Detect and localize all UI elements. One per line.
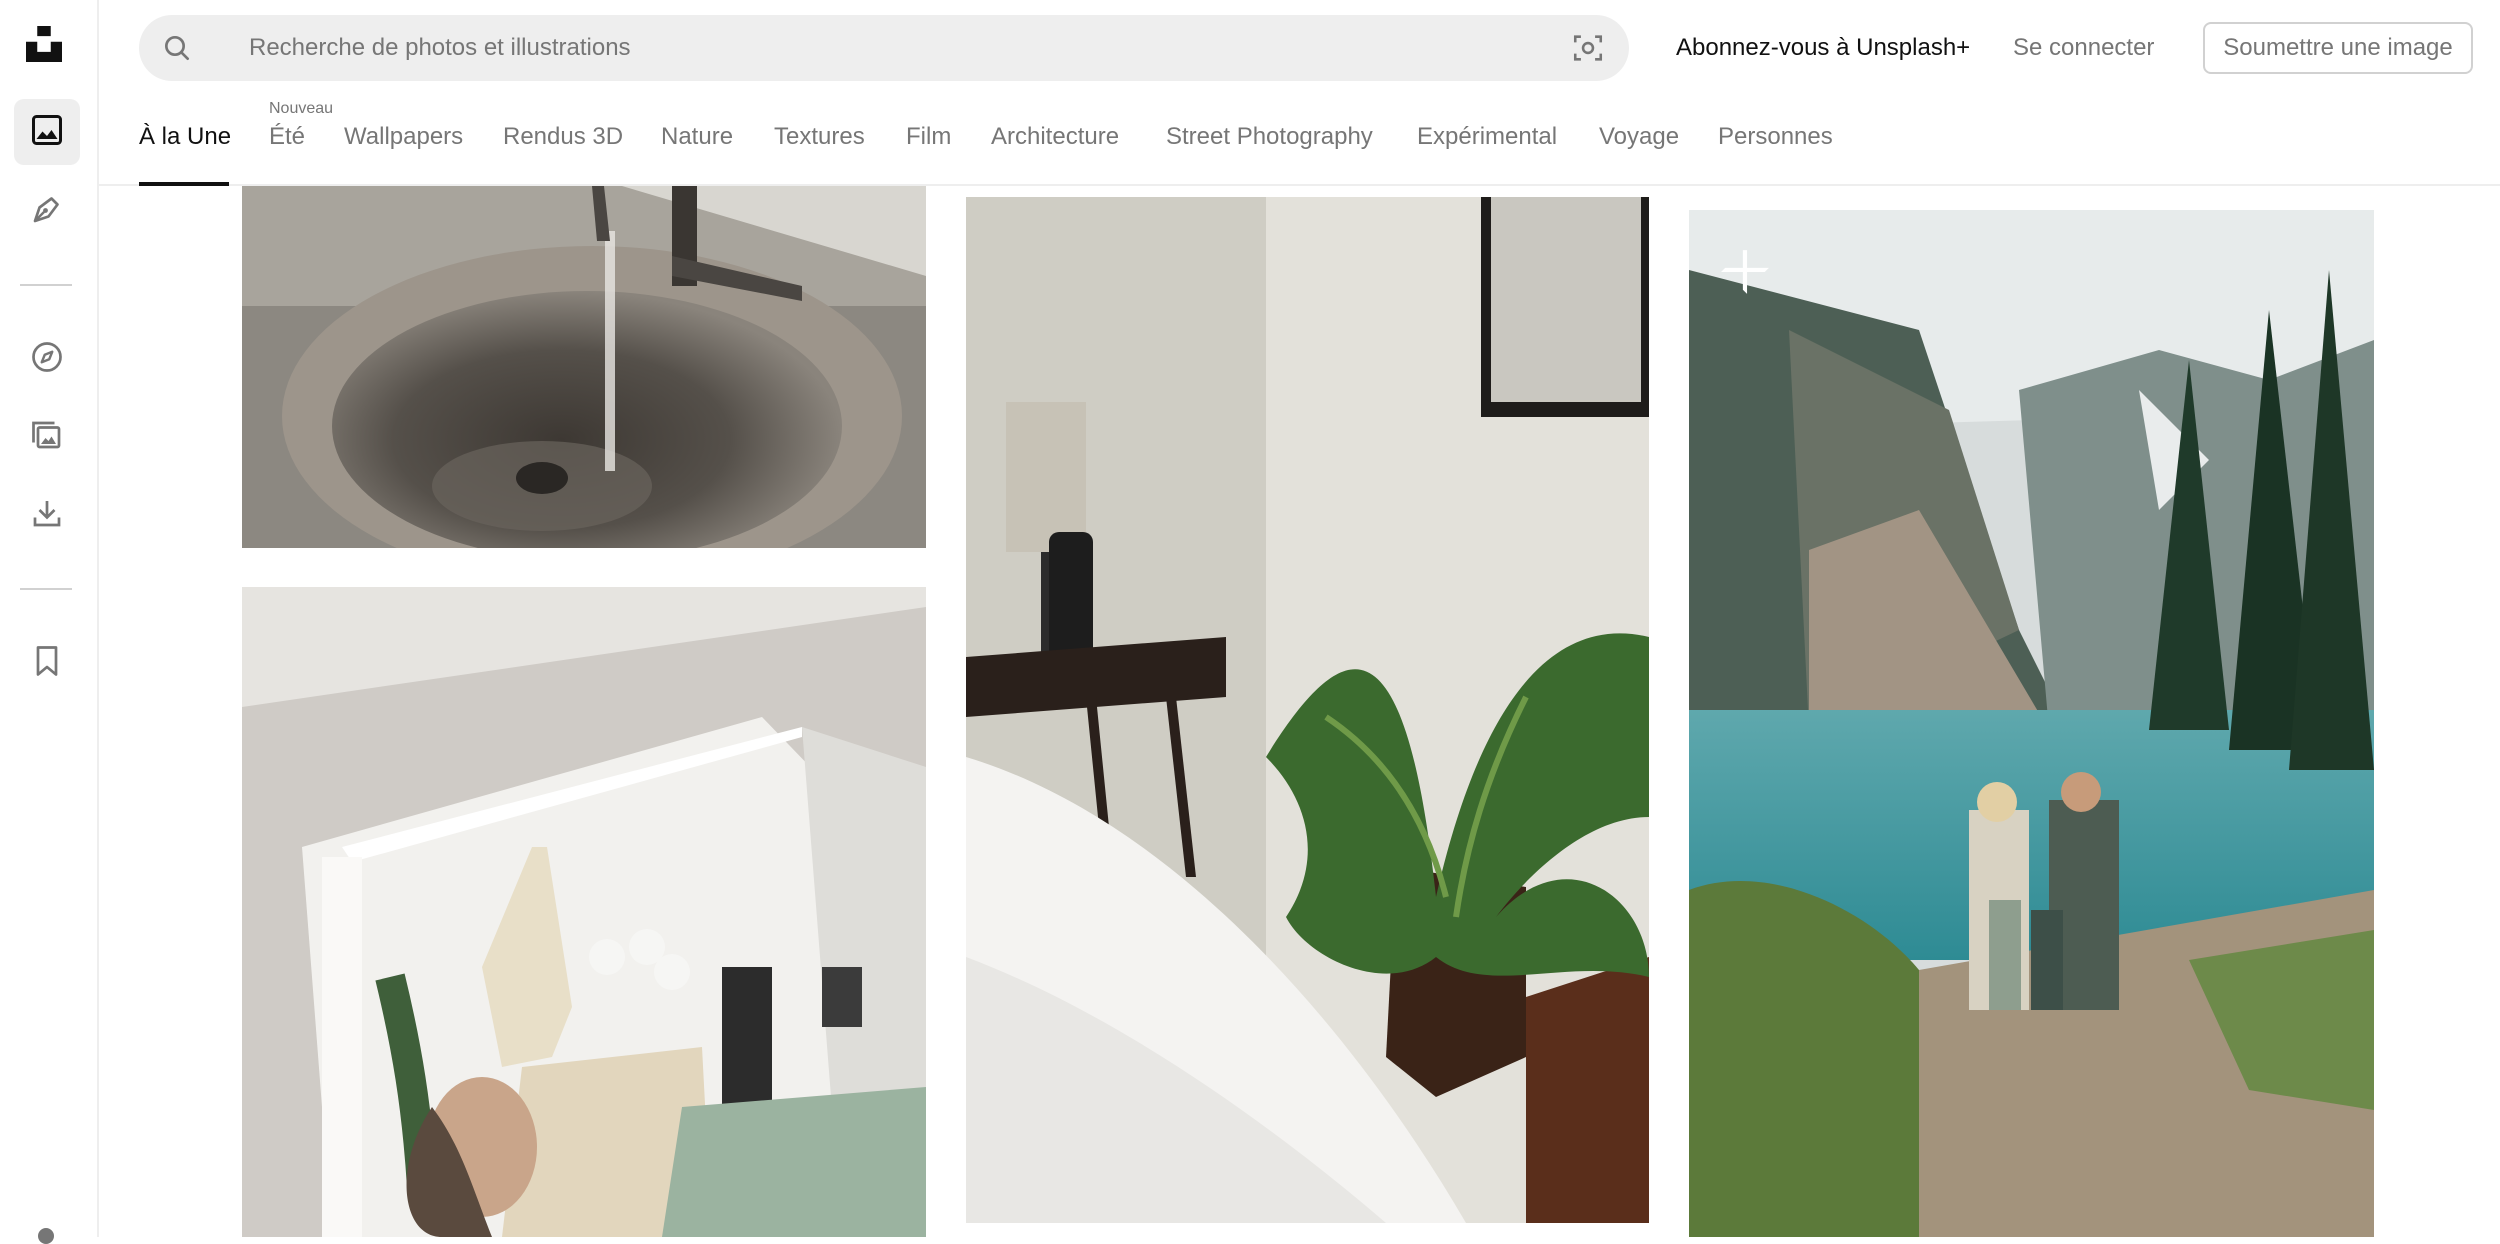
user-avatar-icon[interactable]: [38, 1228, 54, 1244]
photo-mountain-lake-family[interactable]: [1689, 210, 2374, 1237]
unsplash-logo-icon[interactable]: [26, 26, 68, 68]
rail-divider: [20, 588, 72, 590]
topic-a-la-une[interactable]: À la Une: [139, 120, 231, 154]
download-icon: [29, 495, 65, 536]
explore-compass-icon: [29, 339, 65, 380]
rail-bookmarks-button[interactable]: [14, 630, 80, 696]
side-rail: [0, 0, 99, 1244]
illustrations-pen-icon: [29, 191, 65, 232]
rail-downloads-button[interactable]: [14, 482, 80, 548]
rail-explore-button[interactable]: [14, 326, 80, 392]
topic-experimental[interactable]: Expérimental: [1417, 120, 1557, 154]
search-input[interactable]: [249, 15, 1529, 81]
collections-icon: [29, 417, 65, 458]
photo-sink[interactable]: [242, 186, 926, 548]
topic-wallpapers[interactable]: Wallpapers: [344, 120, 463, 154]
photos-icon: [29, 112, 65, 153]
login-link[interactable]: Se connecter: [2013, 28, 2154, 68]
topic-street-photography[interactable]: Street Photography: [1166, 120, 1373, 154]
topic-rendus-3d[interactable]: Rendus 3D: [503, 120, 623, 154]
visual-search-icon[interactable]: [1571, 31, 1605, 65]
rail-collections-button[interactable]: [14, 404, 80, 470]
unsplash-plus-link[interactable]: Abonnez-vous à Unsplash+: [1676, 28, 1970, 68]
search-bar[interactable]: [139, 15, 1629, 81]
new-badge: Nouveau: [269, 100, 334, 117]
topic-ete[interactable]: Été: [269, 120, 305, 154]
topic-film[interactable]: Film: [906, 120, 951, 154]
topic-architecture[interactable]: Architecture: [991, 120, 1119, 154]
rail-illustrations-button[interactable]: [14, 178, 80, 244]
photo-woman-stretching[interactable]: [242, 587, 926, 1237]
unsplash-plus-icon: [1721, 246, 1771, 296]
rail-divider: [20, 284, 72, 286]
topic-personnes[interactable]: Personnes: [1718, 120, 1833, 154]
top-header: Abonnez-vous à Unsplash+ Se connecter So…: [99, 0, 2500, 186]
topic-nature[interactable]: Nature: [661, 120, 733, 154]
topic-textures[interactable]: Textures: [774, 120, 865, 154]
search-icon[interactable]: [161, 32, 193, 64]
photo-plant-corner[interactable]: [966, 197, 1649, 1223]
bookmark-icon: [29, 643, 65, 684]
active-topic-underline: [139, 182, 229, 186]
submit-image-button[interactable]: Soumettre une image: [2203, 22, 2473, 74]
topic-voyage[interactable]: Voyage: [1599, 120, 1679, 154]
rail-photos-button[interactable]: [14, 99, 80, 165]
